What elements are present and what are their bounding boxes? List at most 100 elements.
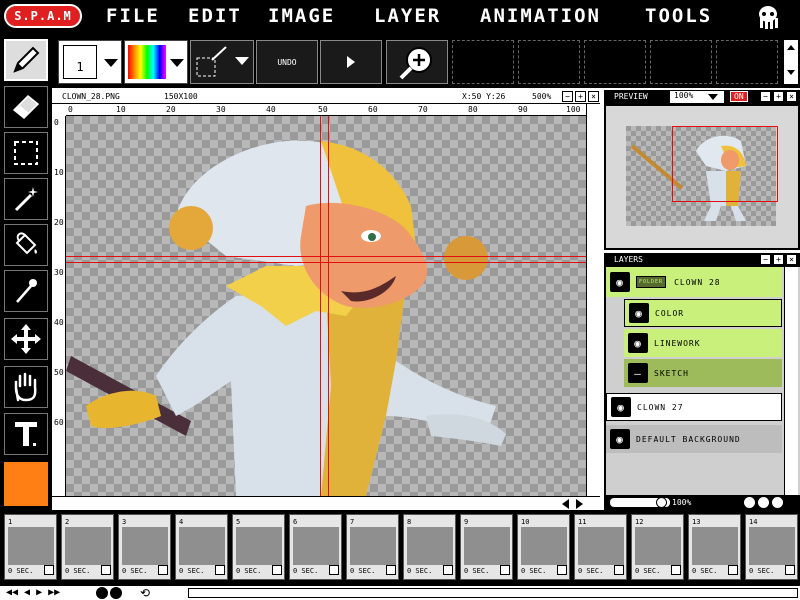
scroll-right-icon[interactable]	[576, 499, 583, 509]
drawing-canvas[interactable]	[66, 116, 586, 496]
frame-number: 7	[350, 518, 355, 526]
eraser-tool[interactable]	[4, 86, 48, 128]
hand-tool[interactable]	[4, 366, 48, 408]
maximize-button[interactable]: +	[575, 91, 586, 102]
remove-frame-button[interactable]	[110, 587, 122, 599]
brush-shape-selector[interactable]	[190, 40, 254, 84]
eye-icon[interactable]: ◉	[610, 272, 630, 292]
timeline-frame[interactable]: 7 0 SEC.	[346, 514, 399, 580]
menu-layer[interactable]: LAYER	[374, 5, 441, 31]
frame-duration-stepper[interactable]	[557, 565, 567, 575]
menu-file[interactable]: FILE	[106, 5, 160, 31]
menu-image[interactable]: IMAGE	[268, 5, 335, 31]
layer-row[interactable]: ◉ COLOR	[624, 299, 782, 327]
canvas-horizontal-scrollbar[interactable]	[52, 496, 600, 510]
frame-duration-stepper[interactable]	[329, 565, 339, 575]
eye-icon[interactable]: ◉	[628, 333, 648, 353]
eye-icon[interactable]: ◉	[629, 303, 649, 323]
fill-tool[interactable]	[4, 224, 48, 266]
frame-duration-stepper[interactable]	[671, 565, 681, 575]
layer-row[interactable]: ◉ LINEWORK	[624, 329, 782, 357]
eye-hidden-icon[interactable]: —	[628, 363, 648, 383]
frame-number: 1	[8, 518, 13, 526]
layer-row[interactable]: ◉ FOLDER CLOWN 28	[606, 267, 782, 297]
layers-scrollbar[interactable]	[784, 267, 798, 495]
vertical-guide-line[interactable]	[320, 116, 321, 496]
frame-duration-stepper[interactable]	[44, 565, 54, 575]
menu-tools[interactable]: TOOLS	[645, 5, 712, 31]
frame-duration-stepper[interactable]	[728, 565, 738, 575]
brush-size-control[interactable]: 1	[58, 40, 122, 84]
eye-icon[interactable]: ◉	[611, 397, 631, 417]
chevron-down-icon	[170, 59, 184, 67]
opacity-slider-handle[interactable]	[656, 497, 667, 508]
minimize-button[interactable]: −	[562, 91, 573, 102]
timeline-frame[interactable]: 4 0 SEC.	[175, 514, 228, 580]
frame-duration-stepper[interactable]	[215, 565, 225, 575]
layer-row[interactable]: ◉ DEFAULT BACKGROUND	[606, 425, 782, 453]
app-logo[interactable]: S.P.A.M	[4, 4, 82, 28]
frame-duration-stepper[interactable]	[785, 565, 795, 575]
playback-controls[interactable]: ◀◀ ◀ ▶ ▶▶	[6, 588, 60, 598]
timeline-frame[interactable]: 13 0 SEC.	[688, 514, 741, 580]
canvas-vertical-scrollbar[interactable]	[586, 104, 600, 496]
toolbar-scroll[interactable]	[784, 40, 798, 84]
preview-zoom-select[interactable]: 100%	[670, 91, 724, 103]
preview-toggle[interactable]: ON	[730, 91, 748, 102]
primary-color-swatch[interactable]	[4, 462, 48, 506]
pencil-tool[interactable]	[4, 39, 48, 81]
minimize-button[interactable]: −	[760, 254, 771, 265]
palette-selector[interactable]	[124, 40, 188, 84]
frame-duration-stepper[interactable]	[101, 565, 111, 575]
eyedropper-tool[interactable]	[4, 270, 48, 312]
timeline-frame[interactable]: 2 0 SEC.	[61, 514, 114, 580]
frame-duration-stepper[interactable]	[443, 565, 453, 575]
magic-wand-tool[interactable]	[4, 178, 48, 220]
maximize-button[interactable]: +	[773, 254, 784, 265]
vertical-guide-line[interactable]	[328, 116, 329, 496]
close-button[interactable]: ×	[588, 91, 599, 102]
close-button[interactable]: ×	[786, 91, 797, 102]
scroll-left-icon[interactable]	[562, 499, 569, 509]
horizontal-guide-line[interactable]	[66, 256, 586, 257]
timeline-frame[interactable]: 11 0 SEC.	[574, 514, 627, 580]
timeline-frame[interactable]: 3 0 SEC.	[118, 514, 171, 580]
viewport-rectangle[interactable]	[672, 126, 778, 202]
frame-duration-stepper[interactable]	[614, 565, 624, 575]
duplicate-layer-button[interactable]	[744, 497, 755, 508]
menu-edit[interactable]: EDIT	[188, 5, 242, 31]
document-title-bar[interactable]: CLOWN_28.PNG 150X100 X:50 Y:26 500% − + …	[52, 90, 600, 104]
minimize-button[interactable]: −	[760, 91, 771, 102]
timeline-scrollbar[interactable]	[188, 588, 798, 598]
frame-duration-stepper[interactable]	[500, 565, 510, 575]
menu-animation[interactable]: ANIMATION	[480, 5, 601, 31]
maximize-button[interactable]: +	[773, 91, 784, 102]
timeline-frame[interactable]: 12 0 SEC.	[631, 514, 684, 580]
frame-duration-stepper[interactable]	[158, 565, 168, 575]
close-button[interactable]: ×	[786, 254, 797, 265]
frame-duration-stepper[interactable]	[272, 565, 282, 575]
zoom-button[interactable]	[386, 40, 448, 84]
timeline-frame[interactable]: 6 0 SEC.	[289, 514, 342, 580]
horizontal-guide-line[interactable]	[66, 262, 586, 263]
delete-layer-button[interactable]	[772, 497, 783, 508]
timeline-frame[interactable]: 10 0 SEC.	[517, 514, 570, 580]
move-tool[interactable]	[4, 318, 48, 360]
add-frame-button[interactable]	[96, 587, 108, 599]
add-layer-button[interactable]	[758, 497, 769, 508]
timeline-frame[interactable]: 5 0 SEC.	[232, 514, 285, 580]
timeline-frame[interactable]: 14 0 SEC.	[745, 514, 798, 580]
timeline-frame[interactable]: 9 0 SEC.	[460, 514, 513, 580]
ruler-tick: 20	[54, 218, 64, 227]
play-button[interactable]	[320, 40, 382, 84]
frame-duration-stepper[interactable]	[386, 565, 396, 575]
marquee-tool[interactable]	[4, 132, 48, 174]
layer-row[interactable]: ◉ CLOWN 27	[606, 393, 782, 421]
loop-icon[interactable]: ⟲	[140, 587, 150, 599]
timeline-frame[interactable]: 1 0 SEC.	[4, 514, 57, 580]
undo-button[interactable]: UNDO	[256, 40, 318, 84]
layer-row[interactable]: — SKETCH	[624, 359, 782, 387]
timeline-frame[interactable]: 8 0 SEC.	[403, 514, 456, 580]
text-tool[interactable]	[4, 413, 48, 455]
eye-icon[interactable]: ◉	[610, 429, 630, 449]
